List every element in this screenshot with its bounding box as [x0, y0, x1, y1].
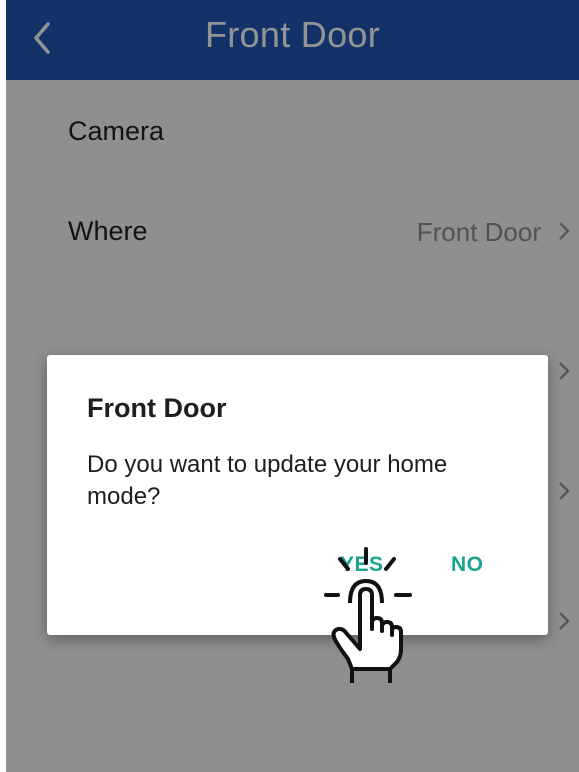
tap-hand-icon — [324, 547, 412, 683]
app-screen: Front Door Camera Where Front Door Front… — [6, 0, 579, 772]
dialog-title: Front Door — [87, 393, 227, 423]
confirm-dialog: Front Door Do you want to update your ho… — [47, 355, 548, 635]
no-button[interactable]: NO — [451, 551, 484, 579]
dialog-message: Do you want to update your home mode? — [87, 451, 448, 510]
